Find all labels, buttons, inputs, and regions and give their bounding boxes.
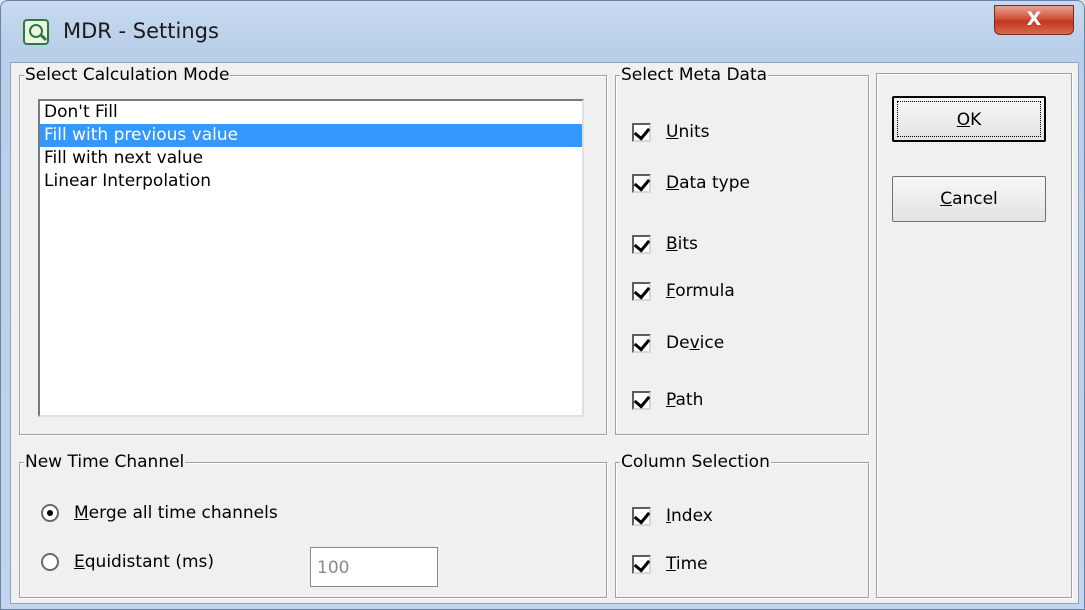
checkbox-indicator[interactable] [632,333,651,353]
cancel-button[interactable]: Cancel [892,176,1046,222]
formula-label: Formula [666,281,735,301]
time-checkbox[interactable]: Time [632,554,708,574]
data-type-checkbox[interactable]: Data type [632,173,750,193]
list-item-dont-fill[interactable]: Don't Fill [40,101,582,124]
radio-indicator[interactable] [41,504,59,522]
button-panel [876,73,1072,598]
window-title: MDR - Settings [63,19,219,43]
checkbox-indicator[interactable] [632,281,651,301]
time-label: Time [666,554,708,574]
title-bar[interactable]: MDR - Settings X [1,1,1084,61]
formula-checkbox[interactable]: Formula [632,281,735,301]
checkbox-indicator[interactable] [632,506,651,526]
meta-data-legend: Select Meta Data [620,65,769,85]
checkbox-indicator[interactable] [632,122,651,142]
bits-label: Bits [666,234,698,254]
checkbox-indicator[interactable] [632,234,651,254]
merge-time-channels-label: Merge all time channels [74,503,278,523]
checkbox-indicator[interactable] [632,173,651,193]
list-item-fill-next[interactable]: Fill with next value [40,147,582,170]
list-item-linear-interpolation[interactable]: Linear Interpolation [40,170,582,193]
index-checkbox[interactable]: Index [632,506,713,526]
device-checkbox[interactable]: Device [632,333,724,353]
checkbox-indicator[interactable] [632,390,651,410]
merge-time-channels-radio[interactable]: Merge all time channels [41,503,278,523]
settings-window: MDR - Settings X Select Calculation Mode… [0,0,1085,610]
equidistant-interval-input[interactable]: 100 [310,547,438,587]
column-selection-legend: Column Selection [620,452,771,472]
focus-rectangle [897,101,1041,137]
list-item-fill-previous[interactable]: Fill with previous value [40,124,582,147]
radio-indicator[interactable] [41,553,59,571]
equidistant-label: Equidistant (ms) [74,552,215,572]
ok-button[interactable]: OK [892,96,1046,142]
close-button[interactable]: X [994,5,1074,35]
units-label: Units [666,122,710,142]
path-checkbox[interactable]: Path [632,390,703,410]
time-channel-legend: New Time Channel [24,452,186,472]
data-type-label: Data type [666,173,750,193]
equidistant-radio[interactable]: Equidistant (ms) [41,552,214,572]
units-checkbox[interactable]: Units [632,122,709,142]
device-label: Device [666,333,725,353]
column-selection-group: Column Selection [615,452,869,598]
bits-checkbox[interactable]: Bits [632,234,698,254]
dialog-client-area: Select Calculation Mode Don't Fill Fill … [10,62,1079,604]
path-label: Path [666,390,704,410]
calculation-mode-list[interactable]: Don't Fill Fill with previous value Fill… [38,99,584,417]
index-label: Index [666,506,713,526]
calculation-mode-legend: Select Calculation Mode [24,65,231,85]
checkbox-indicator[interactable] [632,554,651,574]
app-magnifier-icon [23,19,49,45]
